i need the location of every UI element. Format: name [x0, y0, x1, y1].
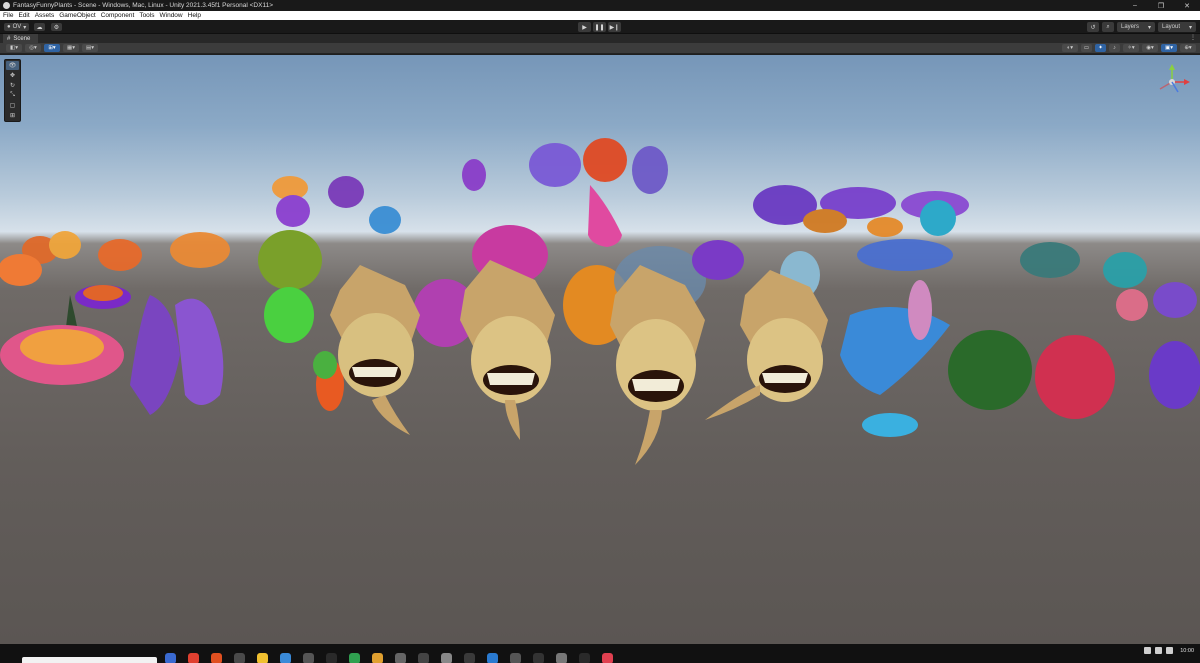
rect-tool-icon[interactable]: ▢	[6, 101, 19, 110]
network-icon[interactable]	[1144, 647, 1152, 654]
play-controls: ▶ ❚❚ ▶❙	[578, 22, 621, 32]
app-icon[interactable]	[372, 653, 383, 663]
battery-icon[interactable]	[1166, 647, 1174, 654]
lighting-icon[interactable]: ✦	[1095, 44, 1106, 52]
camera-icon[interactable]: ◐▾	[1062, 44, 1078, 52]
chevron-down-icon: ▾	[23, 24, 27, 31]
menu-window[interactable]: Window	[160, 12, 183, 19]
title-bar: FantasyFunnyPlants - Scene - Windows, Ma…	[0, 0, 1200, 11]
menu-edit[interactable]: Edit	[18, 12, 29, 19]
collab-settings-icon[interactable]: ⚙	[51, 23, 62, 31]
step-button[interactable]: ▶❙	[608, 22, 621, 32]
app-icon[interactable]	[418, 653, 429, 663]
audio-icon[interactable]: ♪	[1109, 44, 1120, 52]
app-icon[interactable]	[188, 653, 199, 663]
search-icon[interactable]: ⌕	[1102, 22, 1114, 32]
pause-button[interactable]: ❚❚	[593, 22, 606, 32]
close-button[interactable]: ✕	[1174, 0, 1200, 11]
maximize-button[interactable]: ❐	[1148, 0, 1174, 11]
grid-snap-icon[interactable]: ▦▾	[63, 44, 79, 52]
app-icon[interactable]	[510, 653, 521, 663]
view-mode-icon[interactable]: ◎▾	[25, 44, 41, 52]
chevron-down-icon: ▾	[1188, 24, 1192, 31]
menu-tools[interactable]: Tools	[139, 12, 154, 19]
volume-icon[interactable]	[1155, 647, 1163, 654]
window-controls: – ❐ ✕	[1122, 0, 1200, 11]
app-icon[interactable]	[487, 653, 498, 663]
scene-tab-bar: # Scene ⋮	[0, 34, 1200, 43]
scale-tool-icon[interactable]: ⤡	[6, 91, 19, 100]
app-icon[interactable]	[280, 653, 291, 663]
menu-help[interactable]: Help	[188, 12, 201, 19]
app-icon[interactable]	[395, 653, 406, 663]
move-tool-icon[interactable]: ✥	[6, 71, 19, 80]
app-icon[interactable]	[533, 653, 544, 663]
scene-toolbar-right: ◐▾ ▭ ✦ ♪ ✧▾ ◉▾ ▣▾ ⊕▾	[1062, 44, 1196, 52]
app-icon[interactable]	[165, 653, 176, 663]
minimize-button[interactable]: –	[1122, 0, 1148, 11]
scene-viewport[interactable]: 👁 ✥ ↻ ⤡ ▢ ⊞	[0, 55, 1200, 644]
system-tray: 10:00	[1144, 647, 1194, 654]
app-icon[interactable]	[579, 653, 590, 663]
layers-label: Layers	[1121, 24, 1140, 30]
main-toolbar: ● OV ▾ ☁ ⚙ ▶ ❚❚ ▶❙ ↺ ⌕ Layers ▾ Layout ▾	[0, 20, 1200, 34]
play-button[interactable]: ▶	[578, 22, 591, 32]
scene-render	[0, 138, 1200, 465]
menu-assets[interactable]: Assets	[35, 12, 55, 19]
tab-scene-label: Scene	[13, 35, 31, 42]
clock-time[interactable]: 10:00	[1180, 648, 1194, 654]
menu-gameobject[interactable]: GameObject	[59, 12, 96, 19]
render-mode-icon[interactable]: ▭	[1081, 44, 1092, 52]
cloud-icon[interactable]: ☁	[34, 23, 45, 31]
orientation-gizmo[interactable]	[1152, 62, 1192, 102]
view-tool-icon[interactable]: 👁	[6, 61, 19, 70]
window-title: FantasyFunnyPlants - Scene - Windows, Ma…	[13, 2, 274, 9]
taskbar-search-box[interactable]	[22, 657, 157, 663]
tool-palette: 👁 ✥ ↻ ⤡ ▢ ⊞	[4, 59, 21, 122]
history-icon[interactable]: ↺	[1087, 22, 1099, 32]
app-icon[interactable]	[234, 653, 245, 663]
menu-bar: File Edit Assets GameObject Component To…	[0, 11, 1200, 20]
layout-label: Layout	[1162, 24, 1181, 30]
transform-tool-icon[interactable]: ⊞	[6, 111, 19, 120]
effects-icon[interactable]: ✧▾	[1123, 44, 1139, 52]
menu-component[interactable]: Component	[101, 12, 135, 19]
account-label: OV	[12, 24, 22, 30]
taskbar-apps	[165, 653, 613, 663]
draw-mode-icon[interactable]: ◧▾	[6, 44, 22, 52]
chevron-down-icon: ▾	[1147, 24, 1151, 31]
layers-dropdown[interactable]: Layers ▾	[1117, 22, 1155, 32]
more-options-icon[interactable]: ⋮	[1190, 34, 1196, 41]
account-dropdown[interactable]: ● OV ▾	[4, 23, 30, 31]
mid-plants	[0, 185, 1200, 437]
app-icon[interactable]	[303, 653, 314, 663]
app-icon[interactable]	[349, 653, 360, 663]
pivot-icon[interactable]: ⊞▾	[44, 44, 60, 52]
hidden-objects-icon[interactable]: ◉▾	[1142, 44, 1158, 52]
toolbar-right: ↺ ⌕ Layers ▾ Layout ▾	[1087, 22, 1196, 32]
increment-snap-icon[interactable]: ▤▾	[82, 44, 98, 52]
app-icon[interactable]	[257, 653, 268, 663]
menu-file[interactable]: File	[3, 12, 13, 19]
grid-icon: #	[7, 35, 11, 42]
app-icon[interactable]	[441, 653, 452, 663]
user-icon: ●	[7, 24, 11, 30]
app-icon[interactable]	[602, 653, 613, 663]
scene-view-toolbar: ◧▾ ◎▾ ⊞▾ ▦▾ ▤▾ ◐▾ ▭ ✦ ♪ ✧▾ ◉▾ ▣▾ ⊕▾	[0, 43, 1200, 54]
app-icon[interactable]	[211, 653, 222, 663]
app-icon[interactable]	[326, 653, 337, 663]
camera-settings-icon[interactable]: ▣▾	[1161, 44, 1177, 52]
layout-dropdown[interactable]: Layout ▾	[1158, 22, 1196, 32]
app-icon[interactable]	[556, 653, 567, 663]
rotate-tool-icon[interactable]: ↻	[6, 81, 19, 90]
scene-toolbar-left: ◧▾ ◎▾ ⊞▾ ▦▾ ▤▾	[6, 44, 98, 52]
app-icon[interactable]	[464, 653, 475, 663]
tab-scene[interactable]: # Scene	[3, 34, 39, 43]
gizmos-icon[interactable]: ⊕▾	[1180, 44, 1196, 52]
unity-logo-icon	[3, 2, 10, 9]
